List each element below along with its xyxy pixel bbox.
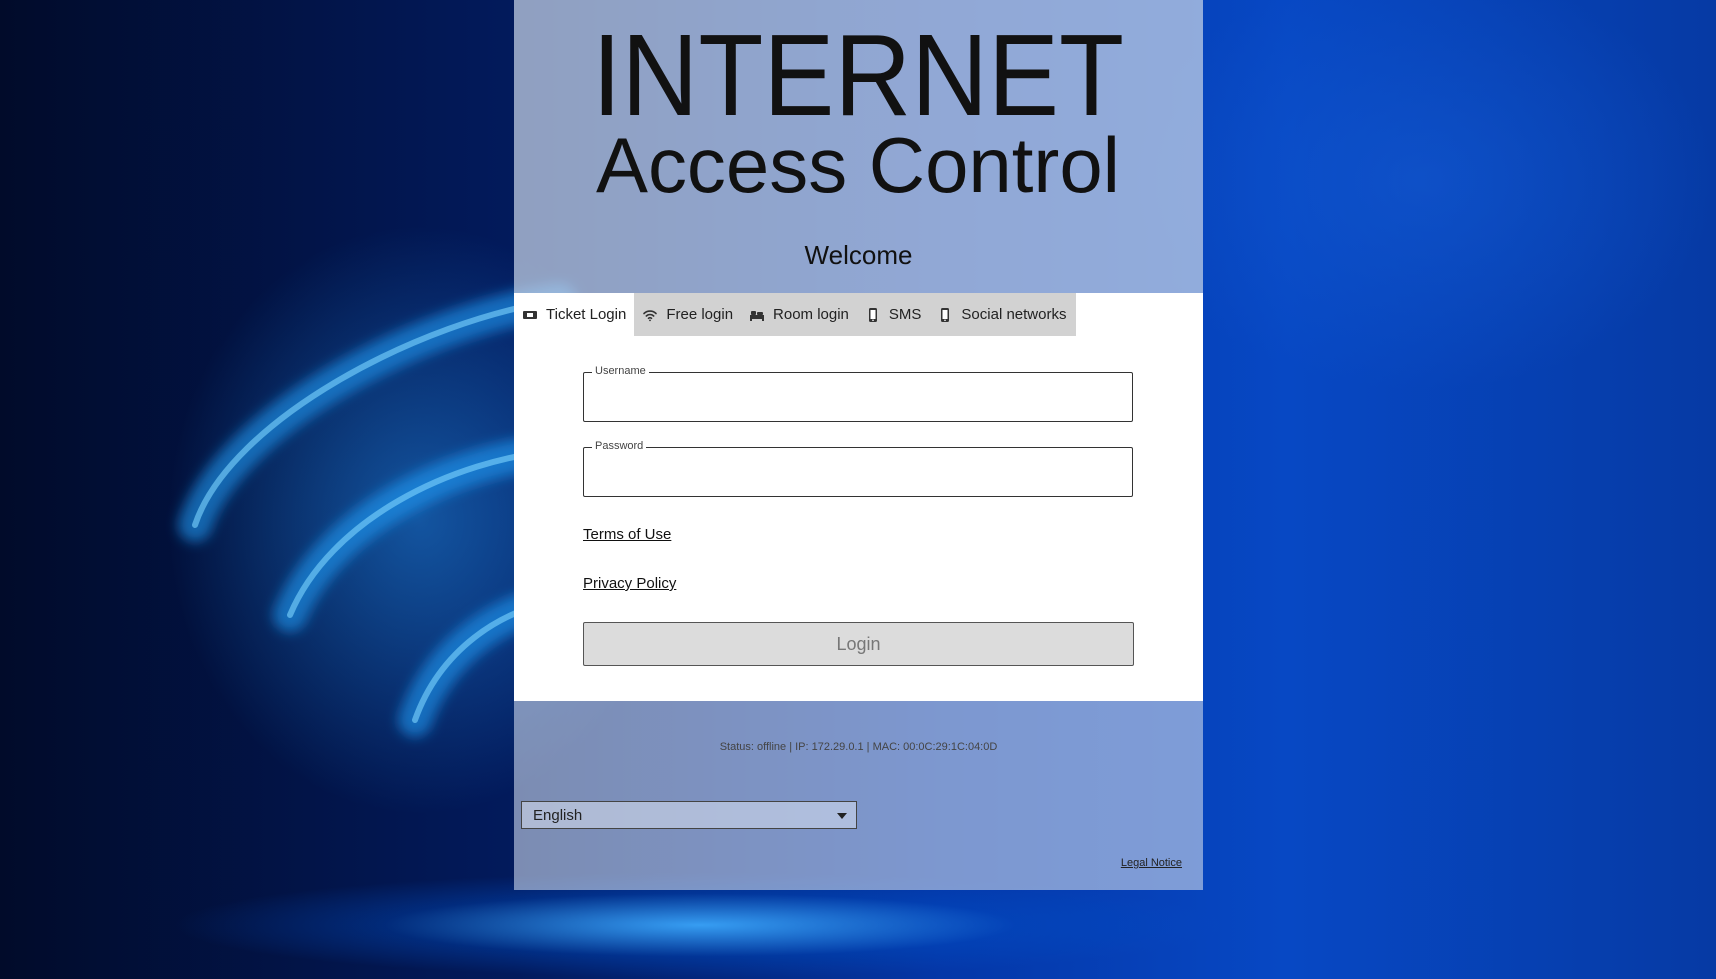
terms-of-use-link[interactable]: Terms of Use [583, 526, 671, 543]
language-select[interactable]: English [521, 801, 857, 829]
username-field: Username [583, 365, 1133, 422]
login-card: Ticket Login Free login Room login SMS S… [514, 293, 1203, 701]
legal-notice-link[interactable]: Legal Notice [1121, 857, 1182, 869]
tab-sms[interactable]: SMS [856, 293, 930, 336]
login-panel: INTERNET Access Control Welcome Ticket L… [514, 0, 1203, 890]
language-selected-value: English [533, 807, 583, 824]
tab-social-networks[interactable]: Social networks [929, 293, 1077, 336]
privacy-policy-link[interactable]: Privacy Policy [583, 575, 676, 592]
portal-header: INTERNET Access Control Welcome [514, 0, 1203, 293]
tab-free-login-label: Free login [666, 306, 734, 323]
logo-line2: Access Control [596, 121, 1120, 209]
phone-icon [937, 307, 953, 323]
tab-ticket-login-label: Ticket Login [546, 306, 627, 323]
tab-ticket-login[interactable]: Ticket Login [514, 293, 635, 336]
bed-icon [749, 307, 765, 323]
password-input[interactable] [594, 456, 1124, 490]
password-field: Password [583, 440, 1133, 497]
tab-free-login[interactable]: Free login [634, 293, 742, 336]
tab-sms-label: SMS [888, 306, 922, 323]
tab-room-login[interactable]: Room login [741, 293, 857, 336]
ticket-icon [522, 307, 538, 323]
login-method-tabs: Ticket Login Free login Room login SMS S… [514, 293, 1077, 336]
username-label: Username [592, 365, 649, 377]
username-input[interactable] [594, 381, 1124, 415]
chevron-down-icon [837, 813, 847, 819]
tab-social-networks-label: Social networks [961, 306, 1067, 323]
wifi-icon [642, 307, 658, 323]
password-label: Password [592, 440, 647, 452]
connection-status: Status: offline | IP: 172.29.0.1 | MAC: … [719, 741, 998, 753]
portal-footer: Status: offline | IP: 172.29.0.1 | MAC: … [514, 701, 1203, 890]
phone-icon [865, 307, 881, 323]
internet-access-control-logo: INTERNET Access Control [592, 10, 1124, 209]
login-button[interactable]: Login [583, 622, 1134, 666]
welcome-heading: Welcome [804, 240, 913, 270]
tab-room-login-label: Room login [773, 306, 849, 323]
